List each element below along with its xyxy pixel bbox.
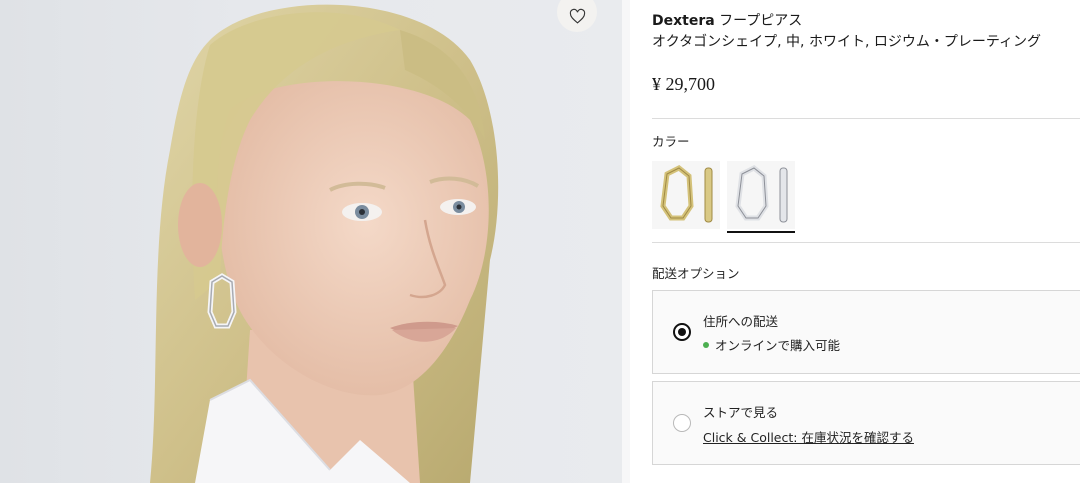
radio-home-delivery[interactable]: [673, 323, 691, 341]
silver-earring-thumbnail: [735, 165, 788, 223]
divider: [652, 118, 1080, 119]
availability-text: オンラインで購入可能: [715, 338, 841, 353]
delivery-options-label: 配送オプション: [652, 266, 740, 281]
click-collect-link[interactable]: Click & Collect: 在庫状況を確認する: [703, 430, 914, 445]
image-gutter: [622, 0, 630, 483]
color-swatch-rhodium[interactable]: [727, 161, 795, 233]
product-image: [0, 0, 622, 483]
delivery-option-title: 住所への配送: [703, 314, 779, 329]
availability-status: オンラインで購入可能: [703, 335, 840, 354]
product-price: ¥ 29,700: [652, 74, 715, 94]
product-type: フープピアス: [719, 13, 803, 29]
heart-icon: [569, 8, 585, 24]
gold-earring-thumbnail: [660, 165, 713, 223]
selected-swatch-indicator: [727, 231, 795, 233]
delivery-option-home[interactable]: 住所への配送 オンラインで購入可能: [652, 290, 1080, 374]
product-brand: Dextera: [652, 13, 715, 29]
product-subtitle: オクタゴンシェイプ, 中, ホワイト, ロジウム・プレーティング: [652, 34, 1042, 50]
product-title: Dextera フープピアス: [652, 10, 802, 30]
radio-store-pickup[interactable]: [673, 414, 691, 432]
color-label: カラー: [652, 134, 690, 149]
click-collect-row: Click & Collect: 在庫状況を確認する: [703, 427, 914, 446]
delivery-option-title: ストアで見る: [703, 405, 779, 420]
color-swatch-gold[interactable]: [652, 161, 720, 229]
product-details-panel: Dextera フープピアス オクタゴンシェイプ, 中, ホワイト, ロジウム・…: [652, 0, 1080, 483]
model-photo: [150, 4, 499, 483]
delivery-option-store[interactable]: ストアで見る Click & Collect: 在庫状況を確認する: [652, 381, 1080, 465]
availability-dot-icon: [703, 342, 709, 348]
divider: [652, 242, 1080, 243]
